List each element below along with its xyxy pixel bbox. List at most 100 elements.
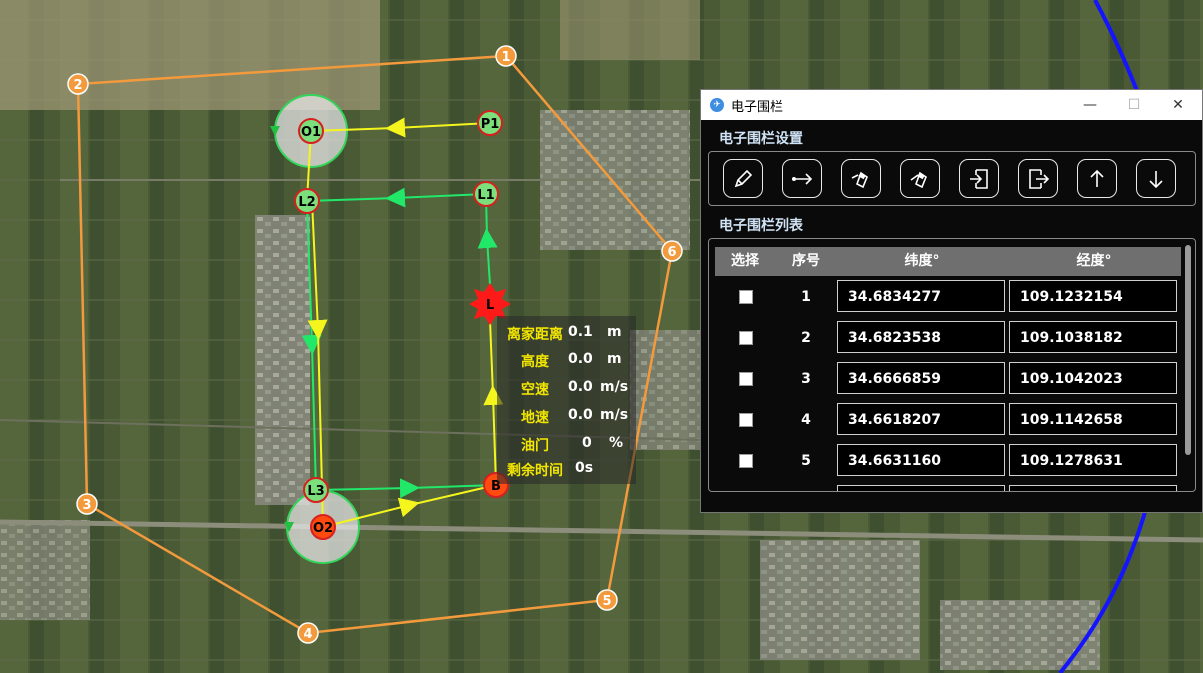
hill-area-2	[560, 0, 700, 60]
table-row: 5 34.6631160 109.1278631	[715, 444, 1181, 480]
waypoint-p1[interactable]: P1	[477, 110, 503, 136]
waypoint-l2[interactable]: L2	[294, 188, 320, 214]
waypoint-l3[interactable]: L3	[303, 477, 329, 503]
erase-point-button[interactable]	[841, 159, 881, 198]
fence-point-4[interactable]: 4	[297, 622, 319, 644]
draw-fence-button[interactable]	[723, 159, 763, 198]
longitude-field-partial[interactable]	[1009, 485, 1177, 491]
telemetry-value: 0	[582, 435, 592, 451]
telemetry-label: 离家距离	[507, 327, 563, 343]
telemetry-row-home-distance: 离家距离 0.1 m	[497, 324, 636, 344]
fence-point-2-label: 2	[73, 78, 82, 93]
table-row: 3 34.6666859 109.1042023	[715, 362, 1181, 398]
hill-area	[0, 0, 380, 110]
fence-point-3-label: 3	[82, 498, 91, 513]
telemetry-label: 剩余时间	[507, 463, 563, 479]
export-icon	[1029, 169, 1050, 189]
latitude-field-partial[interactable]	[837, 485, 1005, 491]
longitude-field[interactable]: 109.1042023	[1009, 362, 1177, 394]
row-checkbox[interactable]	[739, 331, 753, 345]
add-point-button[interactable]	[782, 159, 822, 198]
latitude-field[interactable]: 34.6618207	[837, 403, 1005, 435]
waypoint-p1-label: P1	[481, 117, 500, 132]
row-index: 1	[801, 289, 811, 305]
import-button[interactable]	[959, 159, 999, 198]
arrow-right-point-icon	[792, 173, 813, 185]
toolbar	[708, 151, 1196, 206]
row-checkbox[interactable]	[739, 290, 753, 304]
waypoint-l1[interactable]: L1	[473, 181, 499, 207]
arrow-down-icon	[1149, 171, 1163, 189]
waypoint-o2[interactable]: O2	[310, 514, 336, 540]
fence-point-5[interactable]: 5	[596, 589, 618, 611]
header-latitude: 纬度°	[904, 253, 940, 269]
table-row: 2 34.6823538 109.1038182	[715, 321, 1181, 357]
telemetry-unit: %	[609, 435, 624, 451]
table-row: 4 34.6618207 109.1142658	[715, 403, 1181, 439]
import-icon	[970, 169, 988, 189]
fence-point-4-label: 4	[303, 627, 312, 642]
telemetry-label: 油门	[521, 438, 549, 454]
longitude-field[interactable]: 109.1142658	[1009, 403, 1177, 435]
fence-point-table: 选择 序号 纬度° 经度° 1 34.6834277 109.1232154 2…	[708, 238, 1196, 492]
telemetry-value: 0s	[575, 460, 594, 476]
waypoint-l-label: L	[486, 298, 494, 313]
latitude-field[interactable]: 34.6823538	[837, 321, 1005, 353]
close-button[interactable]: ✕	[1156, 90, 1200, 120]
fence-point-6-label: 6	[667, 245, 676, 260]
telemetry-row-remaining-time: 剩余时间 0s	[497, 460, 636, 480]
eraser-icon	[851, 171, 868, 189]
village-southwest	[0, 520, 90, 620]
fence-point-3[interactable]: 3	[76, 493, 98, 515]
waypoint-o2-label: O2	[313, 521, 333, 536]
window-titlebar[interactable]: ✈ 电子围栏 — ☐ ✕	[701, 90, 1202, 120]
row-index: 3	[801, 371, 811, 387]
telemetry-value: 0.0	[568, 351, 593, 367]
window-title: 电子围栏	[731, 100, 784, 115]
header-longitude: 经度°	[1076, 253, 1112, 269]
waypoint-o1[interactable]: O1	[298, 118, 324, 144]
telemetry-value: 0.1	[568, 324, 593, 340]
telemetry-label: 高度	[521, 354, 549, 370]
waypoint-o1-label: O1	[301, 125, 321, 140]
table-row-partial	[715, 485, 1181, 491]
table-header: 选择 序号 纬度° 经度°	[715, 247, 1181, 276]
move-up-button[interactable]	[1077, 159, 1117, 198]
telemetry-value: 0.0	[568, 407, 593, 423]
village-west	[255, 215, 310, 505]
telemetry-row-altitude: 高度 0.0 m	[497, 351, 636, 371]
minimize-button[interactable]: —	[1068, 90, 1112, 120]
maximize-button[interactable]: ☐	[1112, 90, 1156, 120]
telemetry-value: 0.0	[568, 379, 593, 395]
app-icon: ✈	[710, 98, 724, 112]
row-index: 4	[801, 412, 811, 428]
pencil-icon	[734, 169, 753, 188]
row-checkbox[interactable]	[739, 454, 753, 468]
latitude-field[interactable]: 34.6631160	[837, 444, 1005, 476]
erase-all-button[interactable]	[900, 159, 940, 198]
latitude-field[interactable]: 34.6834277	[837, 280, 1005, 312]
fence-point-1[interactable]: 1	[495, 45, 517, 67]
geofence-window[interactable]: ✈ 电子围栏 — ☐ ✕ 电子围栏设置 电子围栏列表 选择 序号 纬度° 经度°…	[700, 89, 1203, 513]
row-checkbox[interactable]	[739, 413, 753, 427]
fence-point-2[interactable]: 2	[67, 73, 89, 95]
fence-point-5-label: 5	[602, 594, 611, 609]
village-east	[630, 330, 700, 450]
waypoint-l2-label: L2	[298, 195, 315, 210]
eraser-alt-icon	[910, 171, 927, 189]
longitude-field[interactable]: 109.1278631	[1009, 444, 1177, 476]
telemetry-panel: 离家距离 0.1 m 高度 0.0 m 空速 0.0 m/s 地速 0.0 m/…	[497, 316, 636, 484]
telemetry-label: 空速	[521, 382, 549, 398]
table-scrollbar[interactable]	[1185, 245, 1191, 455]
longitude-field[interactable]: 109.1038182	[1009, 321, 1177, 353]
row-checkbox[interactable]	[739, 372, 753, 386]
export-button[interactable]	[1018, 159, 1058, 198]
move-down-button[interactable]	[1136, 159, 1176, 198]
latitude-field[interactable]: 34.6666859	[837, 362, 1005, 394]
longitude-field[interactable]: 109.1232154	[1009, 280, 1177, 312]
telemetry-unit: m/s	[600, 379, 629, 395]
fence-point-1-label: 1	[501, 50, 510, 65]
village-south	[940, 600, 1100, 670]
telemetry-unit: m	[607, 324, 622, 340]
fence-point-6[interactable]: 6	[661, 240, 683, 262]
